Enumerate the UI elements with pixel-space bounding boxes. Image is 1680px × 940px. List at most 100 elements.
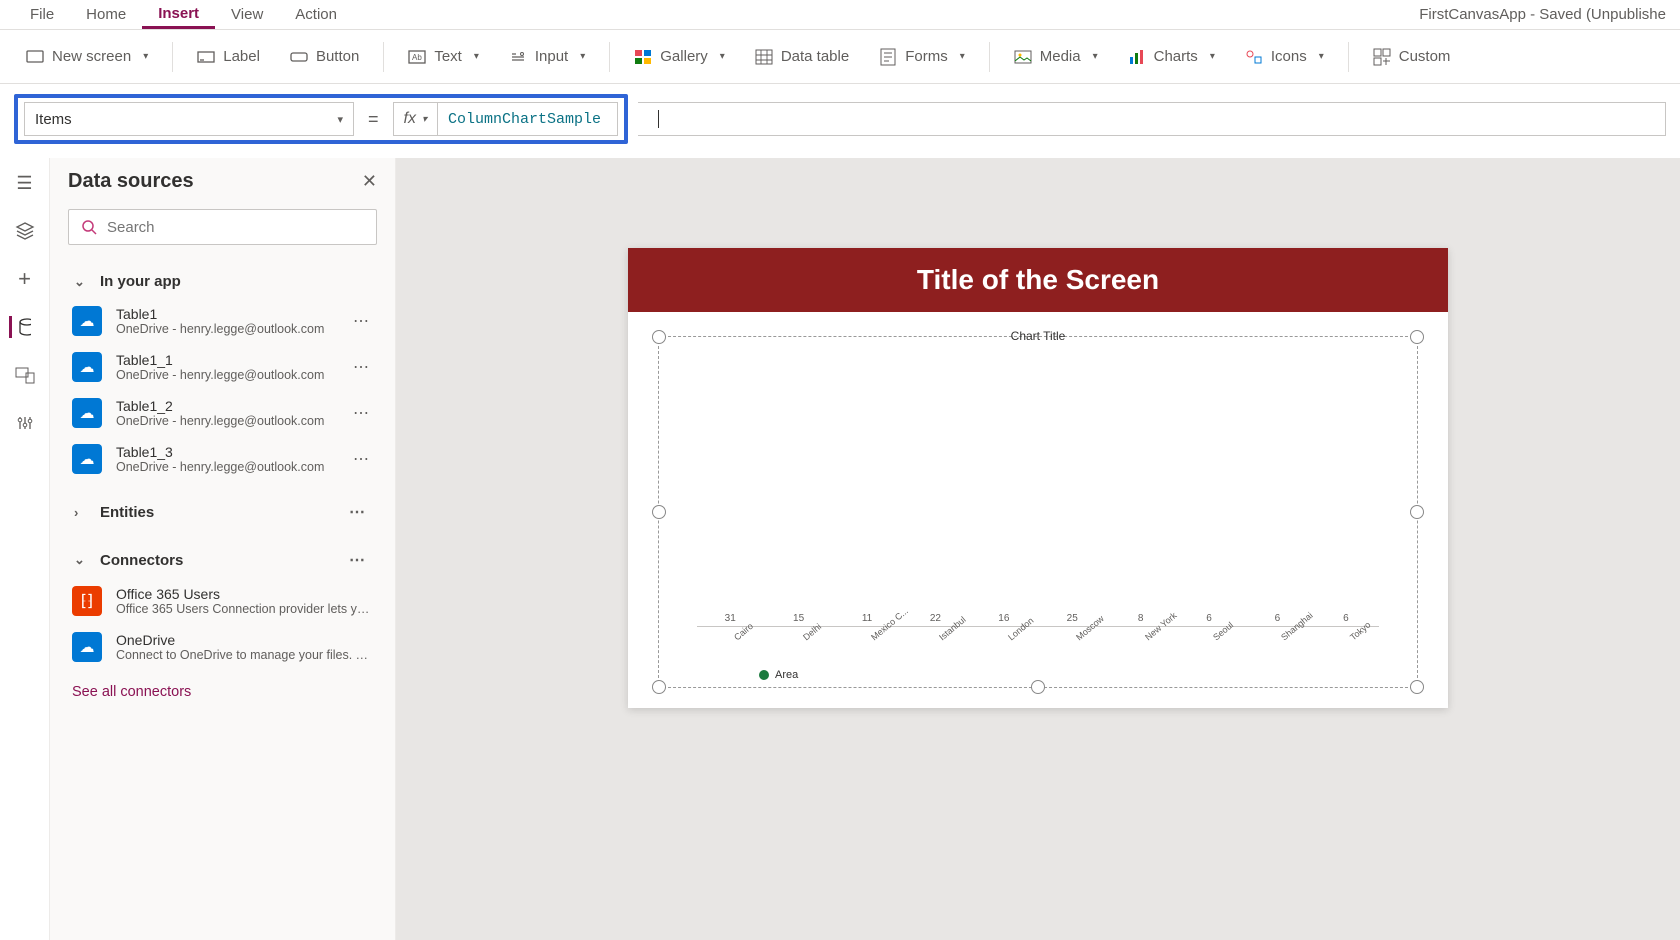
more-icon[interactable]: ⋯ [343, 550, 371, 570]
bar-value: 16 [998, 613, 1009, 624]
onedrive-icon: ☁ [72, 444, 102, 474]
separator [1348, 42, 1349, 72]
resize-handle[interactable] [1031, 680, 1045, 694]
new-screen-button[interactable]: New screen [14, 42, 160, 72]
connector-icon: ⁅⁆ [72, 586, 102, 616]
search-icon [81, 219, 97, 235]
data-source-item[interactable]: ☁ Table1 OneDrive - henry.legge@outlook.… [50, 298, 395, 344]
button-button[interactable]: Button [278, 42, 371, 72]
forms-icon [879, 48, 897, 66]
icons-icon [1245, 48, 1263, 66]
data-table-label: Data table [781, 48, 849, 65]
onedrive-icon: ☁ [72, 352, 102, 382]
fx-label: fx [404, 110, 416, 128]
input-button[interactable]: Input [497, 42, 597, 72]
connector-item[interactable]: ☁ OneDrive Connect to OneDrive to manage… [50, 624, 395, 670]
more-icon[interactable]: ⋯ [347, 403, 375, 423]
menu-file[interactable]: File [14, 2, 70, 27]
text-button[interactable]: Ab Text [396, 42, 491, 72]
chevron-down-icon: ⌄ [74, 274, 88, 290]
data-icon[interactable] [9, 316, 31, 338]
more-icon[interactable]: ⋯ [347, 311, 375, 331]
more-icon[interactable]: ⋯ [347, 449, 375, 469]
search-input[interactable] [107, 219, 364, 236]
menu-insert[interactable]: Insert [142, 1, 215, 29]
bar-label: New York [1143, 610, 1179, 642]
data-source-name: Table1 [116, 306, 333, 322]
resize-handle[interactable] [1410, 330, 1424, 344]
gallery-button[interactable]: Gallery [622, 42, 737, 72]
formula-input[interactable]: ColumnChartSample [438, 102, 618, 136]
data-source-item[interactable]: ☁ Table1_1 OneDrive - henry.legge@outloo… [50, 344, 395, 390]
input-icon [509, 48, 527, 66]
entities-header[interactable]: › Entities ⋯ [50, 494, 395, 530]
connectors-header[interactable]: ⌄ Connectors ⋯ [50, 542, 395, 578]
forms-button[interactable]: Forms [867, 42, 977, 72]
media-button[interactable]: Media [1002, 42, 1110, 72]
icons-button[interactable]: Icons [1233, 42, 1336, 72]
gallery-icon [634, 48, 652, 66]
connector-sub: Office 365 Users Connection provider let… [116, 602, 375, 616]
connector-item[interactable]: ⁅⁆ Office 365 Users Office 365 Users Con… [50, 578, 395, 624]
menu-view[interactable]: View [215, 2, 279, 27]
settings-icon[interactable] [14, 412, 36, 434]
fx-button[interactable]: fx ▾ [393, 102, 438, 136]
label-icon [197, 48, 215, 66]
see-all-connectors-link[interactable]: See all connectors [50, 670, 395, 714]
close-icon[interactable]: ✕ [362, 171, 377, 192]
main-area: ☰ + Data sources ✕ ⌄ In your app ☁ T [0, 158, 1680, 940]
bar-column: 8 New York [1107, 613, 1173, 626]
app-screen[interactable]: Title of the Screen Chart Title 31 Cairo… [628, 248, 1448, 708]
icons-label: Icons [1271, 48, 1307, 65]
charts-label: Charts [1154, 48, 1198, 65]
add-icon[interactable]: + [14, 268, 36, 290]
chart-selection[interactable]: Chart Title 31 Cairo15 Delhi11 Mexico C.… [658, 336, 1418, 688]
separator [609, 42, 610, 72]
devices-icon[interactable] [14, 364, 36, 386]
resize-handle[interactable] [652, 330, 666, 344]
app-title: FirstCanvasApp - Saved (Unpublishe [1419, 6, 1666, 23]
data-table-button[interactable]: Data table [743, 42, 861, 72]
custom-button[interactable]: Custom [1361, 42, 1463, 72]
chevron-down-icon: ▾ [337, 113, 343, 126]
more-icon[interactable]: ⋯ [343, 502, 371, 522]
search-box[interactable] [68, 209, 377, 245]
formula-extend[interactable] [638, 102, 1666, 136]
separator [172, 42, 173, 72]
more-icon[interactable]: ⋯ [347, 357, 375, 377]
custom-icon [1373, 48, 1391, 66]
connector-name: OneDrive [116, 632, 375, 648]
property-selector[interactable]: Items ▾ [24, 102, 354, 136]
screen-title-bar[interactable]: Title of the Screen [628, 248, 1448, 312]
resize-handle[interactable] [1410, 680, 1424, 694]
connector-icon: ☁ [72, 632, 102, 662]
connector-name: Office 365 Users [116, 586, 375, 602]
bar-label: Seoul [1211, 620, 1235, 642]
bar-column: 15 Delhi [765, 613, 831, 626]
custom-label: Custom [1399, 48, 1451, 65]
resize-handle[interactable] [1410, 505, 1424, 519]
property-value: Items [35, 111, 72, 128]
hamburger-icon[interactable]: ☰ [14, 172, 36, 194]
data-source-sub: OneDrive - henry.legge@outlook.com [116, 368, 333, 382]
bar-value: 25 [1067, 613, 1078, 624]
panel-title: Data sources [68, 170, 194, 193]
text-icon: Ab [408, 48, 426, 66]
canvas-area[interactable]: Title of the Screen Chart Title 31 Cairo… [396, 158, 1680, 940]
bar-column: 31 Cairo [697, 613, 763, 626]
charts-button[interactable]: Charts [1116, 42, 1227, 72]
data-source-item[interactable]: ☁ Table1_3 OneDrive - henry.legge@outloo… [50, 436, 395, 482]
layers-icon[interactable] [14, 220, 36, 242]
legend-label: Area [775, 669, 798, 681]
media-icon [1014, 48, 1032, 66]
label-button[interactable]: Label [185, 42, 272, 72]
data-source-item[interactable]: ☁ Table1_2 OneDrive - henry.legge@outloo… [50, 390, 395, 436]
ribbon: New screen Label Button Ab Text Input Ga… [0, 30, 1680, 84]
menu-home[interactable]: Home [70, 2, 142, 27]
chart-title[interactable]: Chart Title [659, 327, 1417, 345]
resize-handle[interactable] [652, 680, 666, 694]
in-your-app-header[interactable]: ⌄ In your app [50, 265, 395, 298]
menu-action[interactable]: Action [279, 2, 353, 27]
resize-handle[interactable] [652, 505, 666, 519]
bar-value: 8 [1138, 613, 1144, 624]
